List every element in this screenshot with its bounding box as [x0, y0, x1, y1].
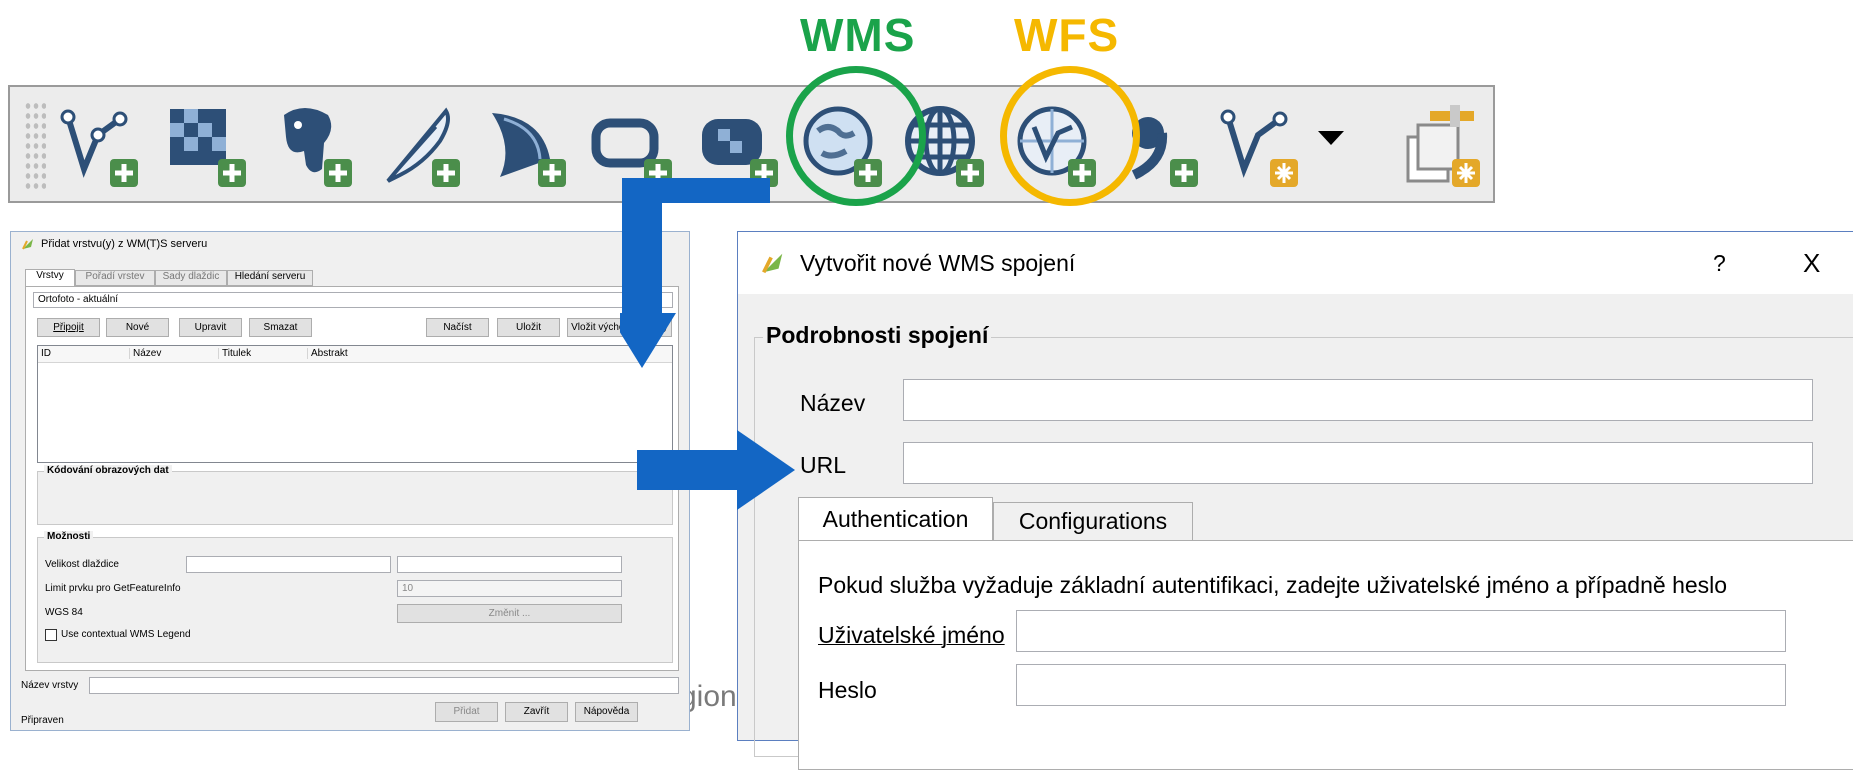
- feature-limit-label: Limit prvku pro GetFeatureInfo: [45, 583, 181, 594]
- edit-connection-button[interactable]: Upravit: [179, 318, 242, 337]
- connection-select[interactable]: Ortofoto - aktuální: [33, 292, 673, 308]
- password-input[interactable]: [1016, 664, 1786, 706]
- options-title: Možnosti: [44, 531, 94, 542]
- image-encoding-group: Kódování obrazových dat: [37, 465, 673, 525]
- help-dialog-button[interactable]: Nápověda: [575, 702, 638, 722]
- wms-label: WMS: [800, 9, 916, 61]
- dropdown-arrow-icon[interactable]: [1316, 123, 1346, 153]
- add-vector-layer-icon[interactable]: [54, 97, 150, 193]
- tab-server-search[interactable]: Hledání serveru: [227, 270, 313, 286]
- tile-size-label: Velikost dlaždice: [45, 559, 119, 570]
- dialog-title: Přidat vrstvu(y) z WM(T)S serveru: [41, 238, 208, 250]
- feature-limit-input[interactable]: 10: [397, 580, 622, 597]
- password-label: Heslo: [818, 677, 877, 703]
- new-wms-connection-dialog: Vytvořit nové WMS spojení ? X Podrobnost…: [737, 231, 1853, 770]
- add-spatialite-layer-icon[interactable]: [376, 97, 472, 193]
- connect-button[interactable]: Připojit: [37, 318, 100, 337]
- elbow-arrow: [620, 178, 770, 378]
- tab-authentication[interactable]: Authentication: [798, 497, 993, 541]
- legend-checkbox-label: Use contextual WMS Legend: [61, 629, 191, 640]
- column-name[interactable]: Název: [129, 348, 213, 359]
- dialog-title: Vytvořit nové WMS spojení: [800, 250, 1076, 276]
- username-label-text: Uživatelské jméno: [818, 622, 1005, 648]
- toolbar-grip[interactable]: [24, 101, 46, 189]
- column-abstract[interactable]: Abstrakt: [307, 348, 348, 359]
- add-layer-button[interactable]: Přidat: [435, 702, 498, 722]
- tab-tilesets[interactable]: Sady dlaždic: [155, 270, 227, 286]
- feature-limit-value: 10: [402, 583, 414, 594]
- legend-checkbox[interactable]: [45, 629, 57, 641]
- save-button[interactable]: Uložit: [497, 318, 560, 337]
- add-virtual-layer-icon[interactable]: [1396, 97, 1492, 193]
- wms-highlight-ring: [786, 66, 926, 206]
- auth-hint-text: Pokud služba vyžaduje základní autentifi…: [818, 572, 1728, 598]
- close-dialog-button[interactable]: Zavřít: [505, 702, 568, 722]
- crs-label: WGS 84: [45, 607, 83, 618]
- url-label: URL: [800, 452, 847, 478]
- new-connection-button[interactable]: Nové: [106, 318, 169, 337]
- new-shapefile-layer-icon[interactable]: [1214, 97, 1310, 193]
- app-logo-icon: [21, 237, 35, 251]
- tab-layers[interactable]: Vrstvy: [25, 269, 75, 286]
- tab-configurations[interactable]: Configurations: [993, 502, 1193, 541]
- change-crs-button[interactable]: Změnit ...: [397, 604, 622, 623]
- layer-name-label: Název vrstvy: [21, 680, 79, 691]
- tile-height-input[interactable]: [397, 556, 622, 573]
- help-button[interactable]: ?: [1713, 250, 1726, 277]
- add-raster-layer-icon[interactable]: [162, 97, 258, 193]
- layer-name-input[interactable]: [89, 677, 679, 694]
- close-icon[interactable]: X: [1803, 248, 1820, 279]
- url-input[interactable]: [903, 442, 1813, 484]
- image-encoding-title: Kódování obrazových dat: [44, 465, 172, 476]
- column-id[interactable]: ID: [41, 348, 126, 359]
- status-text: Připraven: [21, 715, 64, 726]
- tile-width-input[interactable]: [186, 556, 391, 573]
- delete-connection-button[interactable]: Smazat: [249, 318, 312, 337]
- wfs-highlight-ring: [1000, 66, 1140, 206]
- connection-details-title: Podrobnosti spojení: [763, 322, 992, 349]
- add-wms-layer-dialog: Přidat vrstvu(y) z WM(T)S serveru ? Vrst…: [10, 231, 690, 731]
- load-button[interactable]: Načíst: [426, 318, 489, 337]
- tab-layer-order[interactable]: Pořadí vrstev: [75, 270, 155, 286]
- column-title[interactable]: Titulek: [218, 348, 302, 359]
- right-arrow: [637, 430, 797, 510]
- add-postgis-layer-icon[interactable]: [268, 97, 364, 193]
- name-label: Název: [800, 390, 866, 416]
- username-label: Uživatelské jméno: [818, 622, 1005, 649]
- username-input[interactable]: [1016, 610, 1786, 652]
- connection-value: Ortofoto - aktuální: [38, 294, 119, 305]
- table-header: ID Název Titulek Abstrakt: [38, 346, 672, 363]
- layers-table[interactable]: ID Název Titulek Abstrakt: [37, 345, 673, 463]
- add-mssql-layer-icon[interactable]: [482, 97, 578, 193]
- name-input[interactable]: [903, 379, 1813, 421]
- wfs-label: WFS: [1014, 9, 1120, 61]
